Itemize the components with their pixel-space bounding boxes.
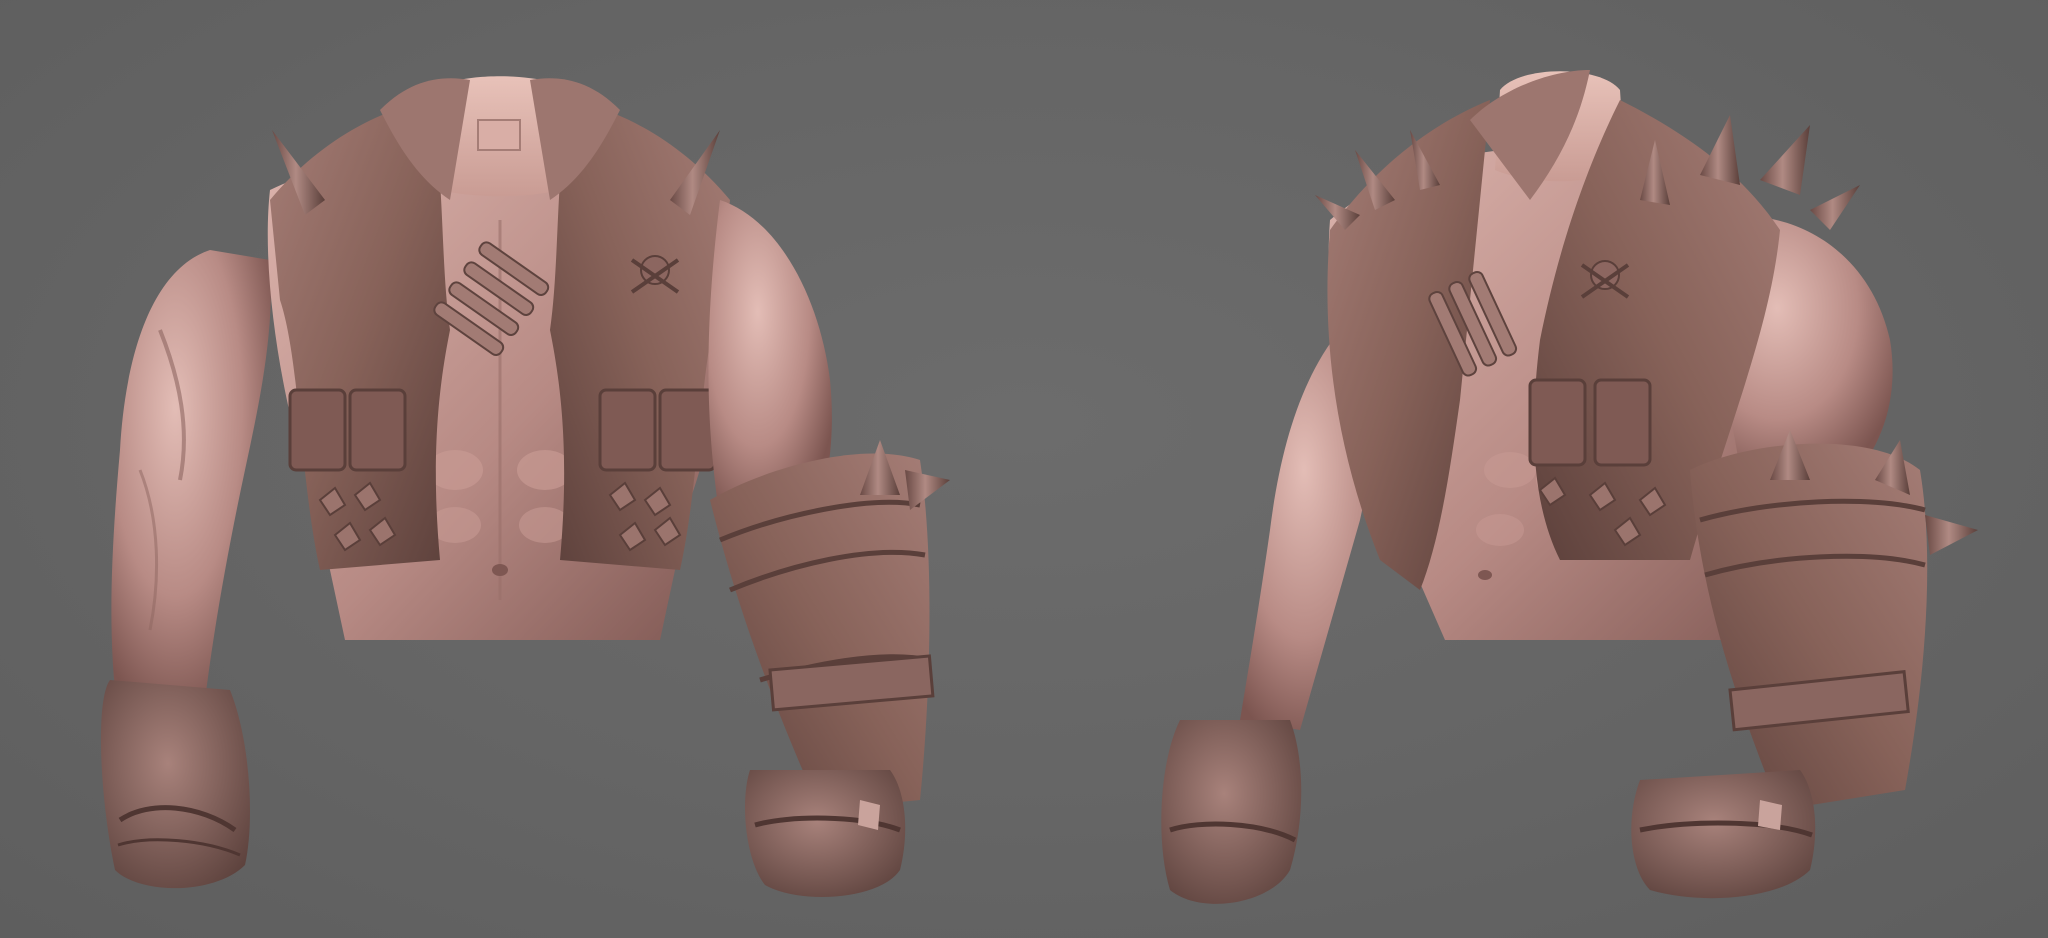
front-model [100,76,950,897]
right-fist [745,770,906,897]
sculpt-canvas [100,70,1978,904]
tq-right-fist [1631,770,1816,899]
sculpt-viewport [0,0,2048,938]
front-pocket-right-2 [658,388,717,472]
front-bracer [710,453,930,810]
front-pocket-right-1 [598,388,657,472]
tq-pocket-2 [1593,378,1652,467]
three-quarter-model [1161,70,1978,904]
tq-pocket-1 [1528,378,1587,467]
left-arm [111,250,271,700]
front-pocket-left-2 [348,388,407,472]
tq-left-fist [1161,720,1302,904]
tq-bracer-spike-3 [1925,515,1978,555]
tq-bracer [1690,443,1928,810]
left-fist [100,680,250,889]
front-pocket-left-1 [288,388,347,472]
front-bracer-spike-2 [905,470,950,510]
